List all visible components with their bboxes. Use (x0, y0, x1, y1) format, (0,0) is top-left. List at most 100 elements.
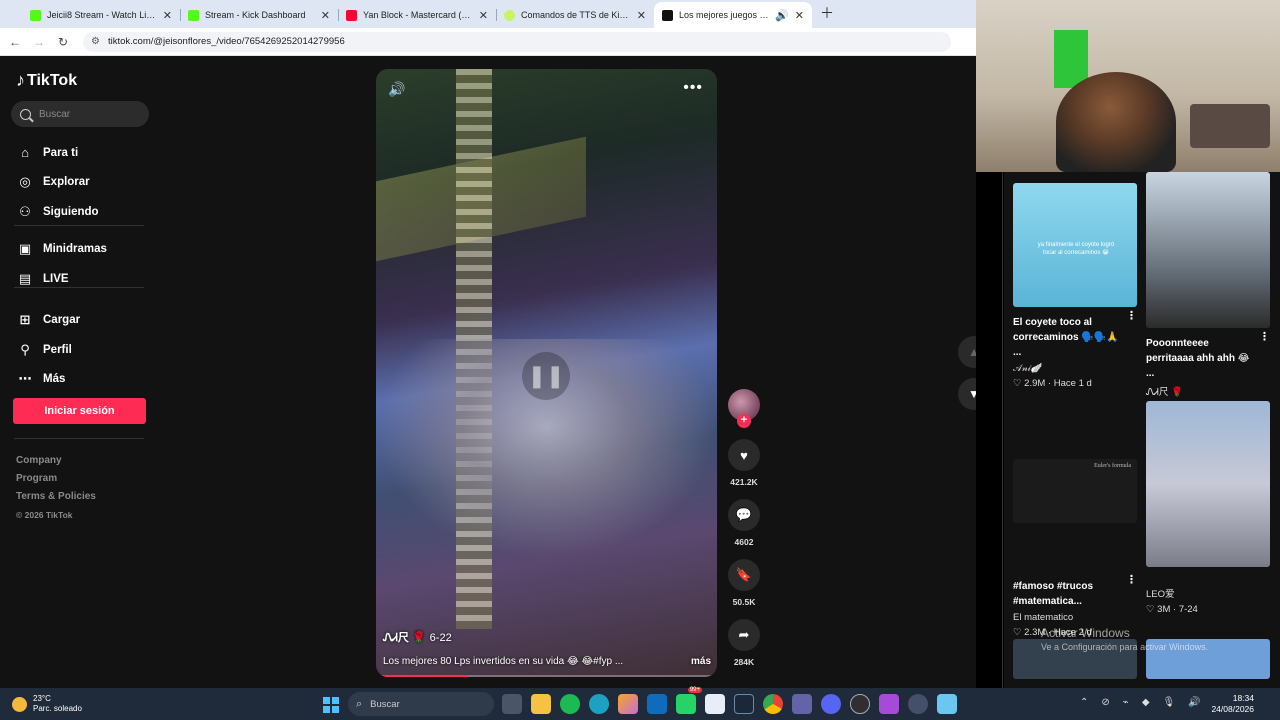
forward-icon[interactable]: → (27, 35, 51, 49)
weather-condition: Parc. soleado (33, 704, 82, 713)
chrome-icon[interactable] (763, 694, 783, 714)
taskbar-search[interactable]: ⌕ Buscar (348, 692, 494, 716)
chevron-up-icon[interactable]: ⌃ (1080, 697, 1088, 708)
task-view-icon[interactable] (502, 694, 522, 714)
sidebar-item-cargar[interactable]: ⊞ Cargar (16, 306, 107, 336)
sidebar-item-label: LIVE (43, 272, 69, 285)
discord-icon[interactable] (821, 694, 841, 714)
volume-icon[interactable]: 🔊 (388, 81, 405, 98)
sidebar-item-siguiendo[interactable]: ⚇ Siguiendo (16, 197, 107, 227)
network-icon[interactable]: ⌁ (1123, 697, 1129, 708)
browser-tab[interactable]: Jeicii8 Stream - Watch Live on Kick ✕ (22, 2, 180, 28)
microphone-icon[interactable]: 🎙 (1163, 697, 1176, 708)
sidebar-item-live[interactable]: ▤ LIVE (16, 264, 107, 294)
card-author[interactable]: ᏁᏗ尺 🌹 (1146, 384, 1270, 398)
site-info-icon[interactable]: ⚙ (91, 36, 100, 47)
video-card[interactable]: LEO爱 ♡ 3M · 7-24 (1146, 401, 1270, 615)
save-action[interactable]: 🔖 50.5K (727, 559, 761, 607)
card-author[interactable]: 𝒜𝓃𝒾🪽 (1013, 363, 1137, 374)
close-tab-icon[interactable]: ✕ (163, 9, 172, 22)
author-avatar[interactable]: + (728, 389, 760, 428)
close-tab-icon[interactable]: ✕ (637, 9, 646, 22)
url-field[interactable]: ⚙ tiktok.com/@jeisonflores_/video/765426… (83, 31, 951, 52)
bookmark-icon[interactable]: 🔖 (728, 559, 760, 591)
card-menu-icon[interactable]: ⋮ (1259, 330, 1270, 345)
close-tab-icon[interactable]: ✕ (321, 9, 330, 22)
comment-action[interactable]: 💬 4602 (727, 499, 761, 547)
windows-activation-watermark: Activar Windows Ve a Configuración para … (1041, 626, 1208, 652)
steam-icon[interactable] (734, 694, 754, 714)
sidebar-item-perfil[interactable]: ⚲ Perfil (16, 335, 107, 365)
video-thumbnail[interactable]: ya finalmente el coyote logró tocar al c… (1013, 183, 1137, 307)
taskbar-clock[interactable]: 18:34 24/08/2026 (1211, 693, 1254, 715)
sidebar-item-minidramas[interactable]: ▣ Minidramas (16, 235, 107, 265)
more-options-icon[interactable]: ••• (683, 79, 703, 97)
more-caption-link[interactable]: más (691, 656, 711, 667)
browser-tab[interactable]: Stream - Kick Dashboard ✕ (180, 2, 338, 28)
mail-icon[interactable] (647, 694, 667, 714)
browser-tab-strip: Jeicii8 Stream - Watch Live on Kick ✕ Str… (0, 0, 976, 28)
speaker-icon[interactable]: 🔊 (775, 9, 789, 22)
video-thumbnail[interactable]: Euler's formula (1013, 459, 1137, 523)
card-menu-icon[interactable]: ⋮ (1126, 573, 1137, 588)
video-player[interactable]: 🔊 ••• ❚❚ ᏁᏗ尺 🌹 6-22 Los mejores 80 Lps in… (376, 69, 717, 677)
close-tab-icon[interactable]: ✕ (795, 9, 804, 22)
sidebar-item-mas[interactable]: ⋯ Más (16, 365, 107, 395)
security-icon[interactable]: ◆ (1142, 697, 1150, 708)
windows-start-icon[interactable] (323, 697, 339, 713)
login-button[interactable]: Iniciar sesión (13, 398, 146, 424)
like-action[interactable]: ♥ 421.2K (727, 439, 761, 487)
video-thumbnail[interactable] (1146, 172, 1270, 328)
taskbar-apps: 99+ (502, 687, 966, 714)
caption-text: Los mejores 80 Lps invertidos en su vida… (383, 656, 624, 667)
search-input[interactable]: Buscar (11, 101, 149, 127)
edge-icon[interactable] (589, 694, 609, 714)
video-progress-bar[interactable] (376, 675, 717, 677)
close-tab-icon[interactable]: ✕ (479, 9, 488, 22)
heart-icon[interactable]: ♥ (728, 439, 760, 471)
speaker-icon[interactable]: 🔊 (1188, 697, 1200, 708)
tiktok-logo[interactable]: ♪ TikTok (16, 70, 77, 91)
browser-tab[interactable]: Comandos de TTS de KickBot ✕ (496, 2, 654, 28)
sidebar-divider (14, 438, 144, 439)
tab-title: Comandos de TTS de KickBot (521, 10, 631, 20)
spotify-icon[interactable] (560, 694, 580, 714)
footer-link-company[interactable]: Company (16, 452, 96, 470)
video-card[interactable]: ya finalmente el coyote logró tocar al c… (1013, 183, 1137, 389)
video-card[interactable]: Euler's formula #famoso #trucos #matemat… (1013, 459, 1137, 638)
browser-tab-active[interactable]: Los mejores juegos mecánicos🔊 ✕ (654, 2, 812, 28)
card-likes: 3M (1157, 604, 1171, 615)
no-wifi-icon[interactable]: ⊘ (1101, 697, 1109, 708)
new-tab-icon[interactable]: ＋ (820, 3, 834, 23)
comment-icon[interactable]: 💬 (728, 499, 760, 531)
browser-tab[interactable]: Yan Block - Mastercard (Video Oficial) ✕ (338, 2, 496, 28)
notepad-icon[interactable] (937, 694, 957, 714)
share-icon[interactable]: ➦ (728, 619, 760, 651)
comment-count: 4602 (734, 537, 754, 547)
voice-app-icon[interactable] (908, 694, 928, 714)
podcast-icon[interactable] (879, 694, 899, 714)
card-menu-icon[interactable]: ⋮ (1126, 309, 1137, 324)
obs-icon[interactable] (850, 694, 870, 714)
video-thumbnail[interactable] (1146, 401, 1270, 567)
copilot-icon[interactable] (618, 694, 638, 714)
back-icon[interactable]: ← (3, 35, 27, 49)
video-card[interactable]: Pooonnteeee perritaaaa ahh ahh 😂 ... ⋮ ᏁᏗ… (1146, 172, 1270, 413)
follow-plus-icon[interactable]: + (737, 414, 751, 428)
file-explorer-icon[interactable] (531, 694, 551, 714)
teams-icon[interactable] (792, 694, 812, 714)
whatsapp-icon[interactable]: 99+ (676, 687, 702, 714)
sidebar-item-explorar[interactable]: ◎ Explorar (16, 168, 107, 198)
footer-link-program[interactable]: Program (16, 470, 96, 488)
pause-icon[interactable]: ❚❚ (522, 352, 570, 400)
sidebar-item-para-ti[interactable]: ⌂ Para ti (16, 138, 107, 168)
reload-icon[interactable]: ↻ (51, 35, 75, 49)
weather-widget[interactable]: 23°C Parc. soleado (12, 694, 82, 714)
card-date: Hace 1 d (1053, 378, 1092, 389)
video-author[interactable]: ᏁᏗ尺 🌹 6-22 (383, 629, 452, 645)
card-author[interactable]: El matematico (1013, 612, 1137, 623)
footer-link-terms[interactable]: Terms & Policies (16, 488, 96, 506)
card-author[interactable]: LEO爱 (1146, 586, 1270, 600)
store-icon[interactable] (705, 694, 725, 714)
share-action[interactable]: ➦ 284K (727, 619, 761, 667)
